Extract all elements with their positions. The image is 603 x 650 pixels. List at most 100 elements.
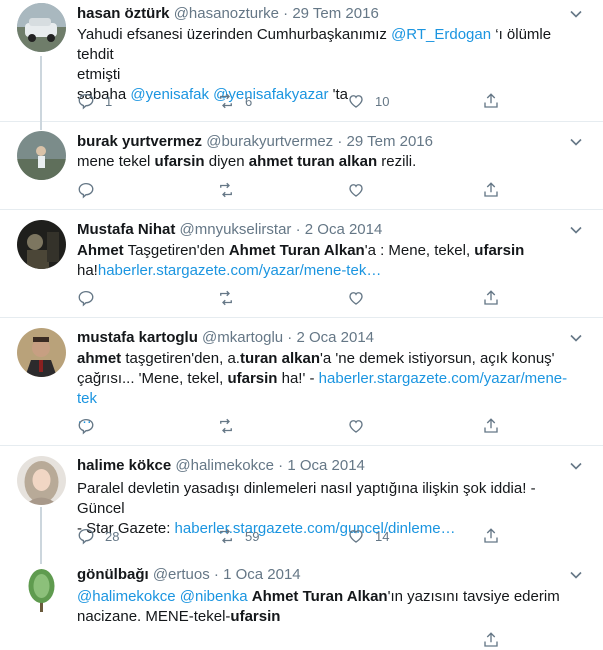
- share-button[interactable]: [482, 180, 500, 200]
- share-button[interactable]: [482, 288, 500, 308]
- avatar[interactable]: [17, 566, 66, 615]
- highlight-text: ufarsin: [474, 242, 525, 259]
- chevron-down-icon[interactable]: [569, 459, 583, 473]
- tweet-actions: [77, 416, 517, 436]
- display-name[interactable]: Mustafa Nihat: [77, 221, 175, 238]
- separator-dot: ·: [287, 329, 293, 346]
- share-icon: [484, 632, 498, 647]
- text-segment: Taşgetiren'den: [123, 242, 229, 259]
- separator-dot: ·: [295, 221, 301, 238]
- share-icon: [484, 182, 498, 197]
- text-segment: diyen: [204, 153, 249, 170]
- reply-button[interactable]: [77, 416, 95, 436]
- avatar[interactable]: [17, 3, 66, 52]
- share-button[interactable]: [482, 630, 500, 650]
- like-icon: [349, 530, 363, 543]
- avatar-image: [17, 220, 66, 269]
- tweet-date[interactable]: 29 Tem 2016: [292, 5, 378, 22]
- retweet-button[interactable]: [217, 416, 235, 436]
- reply-icon: [78, 290, 94, 307]
- tweet-header: hasan öztürk @hasanozturke · 29 Tem 2016: [77, 4, 379, 24]
- highlight-text: ahmet: [77, 350, 122, 367]
- display-name[interactable]: mustafa kartoglu: [77, 329, 198, 346]
- avatar[interactable]: [17, 328, 66, 377]
- reply-button[interactable]: 1: [77, 91, 112, 111]
- tweet-actions: 28 59 14: [77, 526, 517, 546]
- retweet-icon: [220, 93, 232, 109]
- reply-button[interactable]: [77, 288, 95, 308]
- like-button[interactable]: [347, 416, 365, 436]
- like-button[interactable]: 14: [347, 526, 389, 546]
- avatar[interactable]: [17, 220, 66, 269]
- avatar[interactable]: [17, 456, 66, 505]
- avatar[interactable]: [17, 131, 66, 180]
- separator-dot: ·: [278, 457, 284, 474]
- tweet-date[interactable]: 29 Tem 2016: [347, 133, 433, 150]
- tweet-header: burak yurtvermez @burakyurtvermez · 29 T…: [77, 132, 433, 152]
- separator-dot: ·: [213, 566, 219, 583]
- like-button[interactable]: [347, 180, 365, 200]
- chevron-down-icon[interactable]: [569, 331, 583, 345]
- tweet-6[interactable]: gönülbağı @ertuos · 1 Oca 2014 @halimeko…: [0, 558, 603, 647]
- display-name[interactable]: gönülbağı: [77, 566, 149, 583]
- avatar-image: [17, 328, 66, 377]
- avatar-image: [17, 131, 66, 180]
- tweet-3[interactable]: Mustafa Nihat @mnyukselirstar · 2 Oca 20…: [0, 210, 603, 318]
- mention-link[interactable]: @halimekokce: [77, 588, 176, 605]
- chevron-down-icon[interactable]: [569, 135, 583, 149]
- tweet-5[interactable]: halime kökce @halimekokce · 1 Oca 2014 P…: [0, 446, 603, 558]
- mention-link[interactable]: @nibenka: [180, 588, 248, 605]
- like-icon: [349, 95, 363, 108]
- reply-button[interactable]: [77, 180, 95, 200]
- user-handle[interactable]: @hasanozturke: [174, 5, 279, 22]
- retweet-count: 59: [245, 528, 260, 544]
- thread-line: [40, 507, 42, 558]
- reply-icon: [78, 418, 94, 435]
- like-count: 14: [375, 528, 390, 544]
- tweet-2[interactable]: burak yurtvermez @burakyurtvermez · 29 T…: [0, 122, 603, 210]
- tweet-actions: 1 6 10: [77, 91, 517, 111]
- tweet-date[interactable]: 1 Oca 2014: [223, 566, 301, 583]
- thread-line: [40, 56, 42, 122]
- highlight-text: turan alkan: [239, 350, 320, 367]
- user-handle[interactable]: @mnyukselirstar: [180, 221, 292, 238]
- like-button[interactable]: 10: [347, 91, 389, 111]
- user-handle[interactable]: @ertuos: [153, 566, 210, 583]
- highlight-text: Ahmet Turan Alkan: [251, 588, 388, 605]
- tweet-date[interactable]: 2 Oca 2014: [305, 221, 383, 238]
- user-handle[interactable]: @burakyurtvermez: [206, 133, 333, 150]
- retweet-button[interactable]: 59: [217, 526, 259, 546]
- share-button[interactable]: [482, 416, 500, 436]
- text-segment: Yahudi efsanesi üzerinden Cumhurbaşkanım…: [77, 26, 392, 43]
- display-name[interactable]: hasan öztürk: [77, 5, 170, 22]
- share-button[interactable]: [482, 91, 500, 111]
- article-link[interactable]: haberler.stargazete.com/yazar/mene-tek…: [98, 262, 381, 279]
- tweet-text: @halimekokce @nibenka Ahmet Turan Alkan'…: [77, 587, 587, 627]
- like-button[interactable]: [347, 288, 365, 308]
- retweet-icon: [220, 290, 232, 306]
- retweet-button[interactable]: [217, 180, 235, 200]
- text-segment: nacizane. MENE-tekel-: [77, 608, 231, 625]
- tweet-4[interactable]: mustafa kartoglu @mkartoglu · 2 Oca 2014…: [0, 318, 603, 446]
- chevron-down-icon[interactable]: [569, 223, 583, 237]
- chevron-down-icon[interactable]: [569, 7, 583, 21]
- like-count: 10: [375, 93, 390, 109]
- tweet-text: mene tekel ufarsin diyen ahmet turan alk…: [77, 152, 587, 172]
- tweet-1[interactable]: hasan öztürk @hasanozturke · 29 Tem 2016…: [0, 0, 603, 122]
- retweet-count: 6: [245, 93, 253, 109]
- display-name[interactable]: halime kökce: [77, 457, 171, 474]
- highlight-text: ufarsin: [230, 608, 281, 625]
- retweet-button[interactable]: 6: [217, 91, 252, 111]
- mention-link[interactable]: @RT_Erdogan: [391, 26, 491, 43]
- highlight-text: ufarsin: [227, 370, 278, 387]
- user-handle[interactable]: @mkartoglu: [202, 329, 283, 346]
- user-handle[interactable]: @halimekokce: [175, 457, 274, 474]
- display-name[interactable]: burak yurtvermez: [77, 133, 202, 150]
- reply-button[interactable]: 28: [77, 526, 119, 546]
- chevron-down-icon[interactable]: [569, 568, 583, 582]
- tweet-date[interactable]: 1 Oca 2014: [287, 457, 365, 474]
- retweet-button[interactable]: [217, 288, 235, 308]
- reply-icon: [78, 182, 94, 199]
- share-button[interactable]: [482, 526, 500, 546]
- tweet-date[interactable]: 2 Oca 2014: [296, 329, 374, 346]
